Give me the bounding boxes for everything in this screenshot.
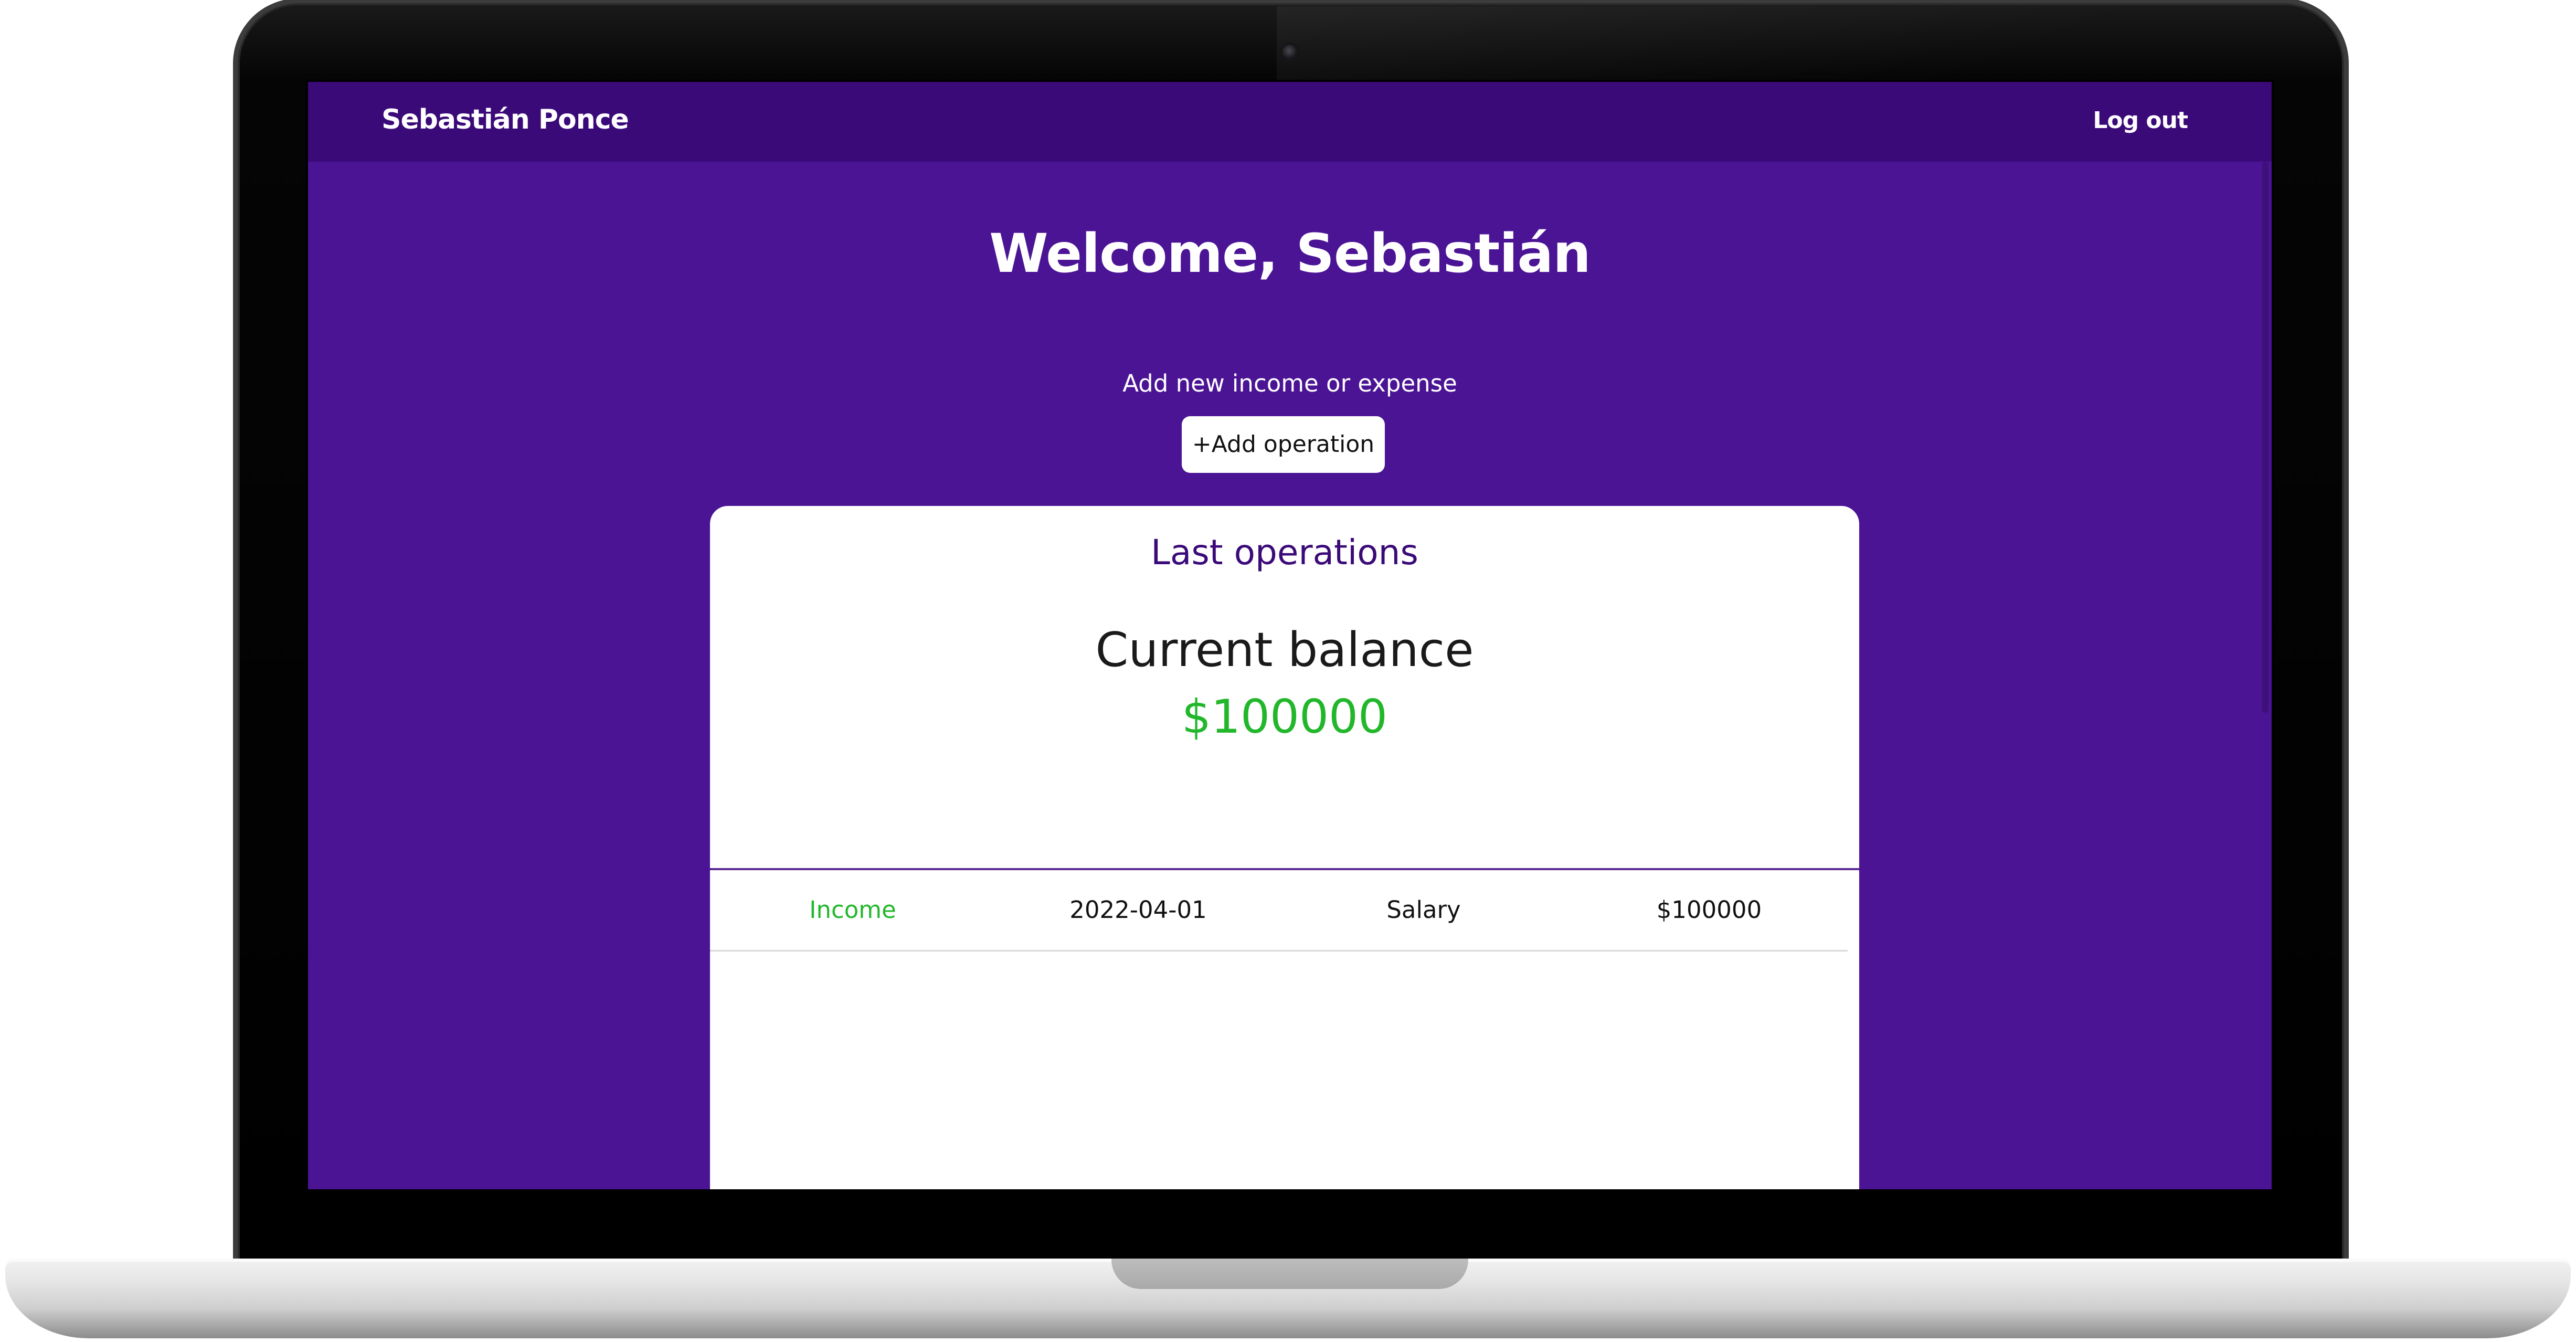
operation-type: Income	[809, 896, 896, 924]
welcome-heading: Welcome, Sebastián	[989, 223, 1591, 285]
card-title: Last operations	[1151, 532, 1418, 573]
navbar: Sebastián Ponce Log out	[308, 82, 2272, 162]
operation-date: 2022-04-01	[1069, 896, 1207, 924]
balance-value: $100000	[1182, 690, 1387, 744]
add-operation-hint: Add new income or expense	[1122, 369, 1457, 397]
balance-label: Current balance	[1095, 622, 1474, 678]
lid-reflection	[1277, 6, 2536, 85]
operation-amount: $100000	[1656, 896, 1762, 924]
operation-row[interactable]: Income 2022-04-01 Salary $100000	[710, 870, 1848, 952]
user-name-brand[interactable]: Sebastián Ponce	[381, 104, 629, 135]
device-mockup: Sebastián Ponce Log out Welcome, Sebasti…	[0, 0, 2576, 1342]
operation-concept: Salary	[1386, 896, 1461, 924]
webcam-icon	[1282, 45, 1298, 60]
logout-link[interactable]: Log out	[2093, 107, 2188, 134]
add-operation-button[interactable]: +Add operation	[1182, 416, 1385, 473]
app-screen: Sebastián Ponce Log out Welcome, Sebasti…	[308, 82, 2272, 1189]
laptop-base-notch	[1111, 1259, 1468, 1289]
operations-card: Last operations Current balance $100000 …	[710, 506, 1859, 1189]
